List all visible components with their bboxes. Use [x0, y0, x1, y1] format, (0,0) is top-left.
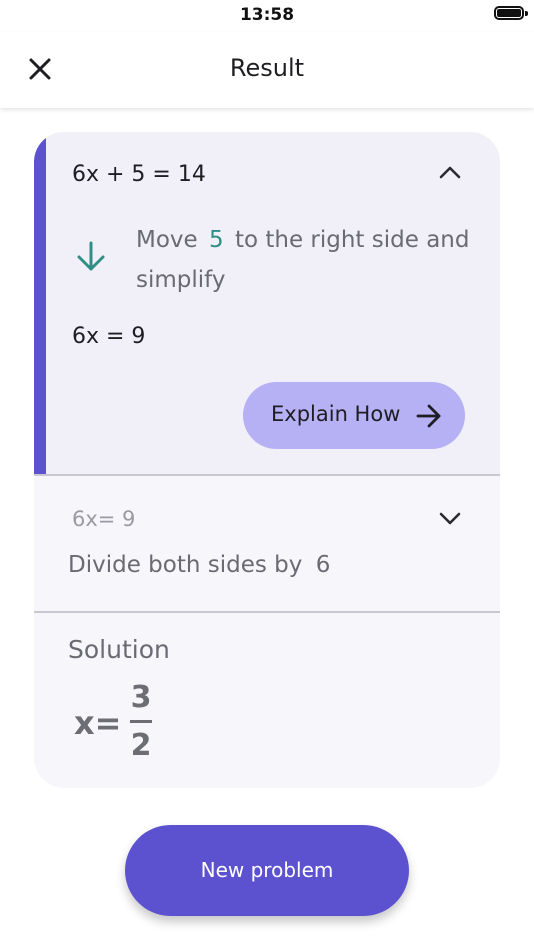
battery-icon [494, 6, 524, 20]
chevron-down-icon[interactable] [438, 510, 462, 526]
step-divider [34, 474, 500, 476]
new-problem-label: New problem [200, 858, 334, 882]
fraction-bar [130, 720, 152, 723]
result-card: 6x + 5 = 14 Move 5 to the right side and… [34, 132, 500, 788]
status-bar: 13:58 [0, 0, 534, 32]
new-problem-button[interactable]: New problem [125, 825, 409, 916]
chevron-up-icon[interactable] [438, 164, 462, 180]
explain-how-button[interactable]: Explain How [243, 382, 465, 449]
step-accent-bar [34, 132, 46, 474]
page-title: Result [229, 54, 305, 82]
step-2-description-number: 6 [315, 552, 331, 578]
solution-variable: x= [74, 704, 122, 742]
step-2-description-prefix: Divide both sides by [68, 552, 303, 578]
step-2-equation[interactable]: 6x= 9 [72, 507, 135, 531]
step-1-description: Move 5 to the right side and simplify [136, 220, 476, 300]
arrow-right-icon [415, 403, 443, 429]
explain-how-label: Explain How [271, 402, 401, 426]
fraction-numerator: 3 [130, 680, 152, 715]
solution-label: Solution [68, 635, 170, 664]
fraction-denominator: 2 [130, 728, 152, 763]
step-1-result-equation: 6x = 9 [72, 324, 146, 349]
solution-fraction: 3 2 [130, 680, 152, 764]
step-1-description-number: 5 [209, 227, 224, 253]
nav-bar: Result [0, 32, 534, 108]
arrow-down-icon [74, 240, 108, 274]
solution-divider [34, 611, 500, 613]
step-1-expanded: 6x + 5 = 14 Move 5 to the right side and… [34, 132, 500, 474]
step-2-description: Divide both sides by 6 [68, 552, 330, 578]
step-1-equation: 6x + 5 = 14 [72, 162, 206, 187]
battery-tip [525, 11, 528, 16]
step-1-description-prefix: Move [136, 227, 198, 253]
status-time: 13:58 [239, 5, 295, 25]
